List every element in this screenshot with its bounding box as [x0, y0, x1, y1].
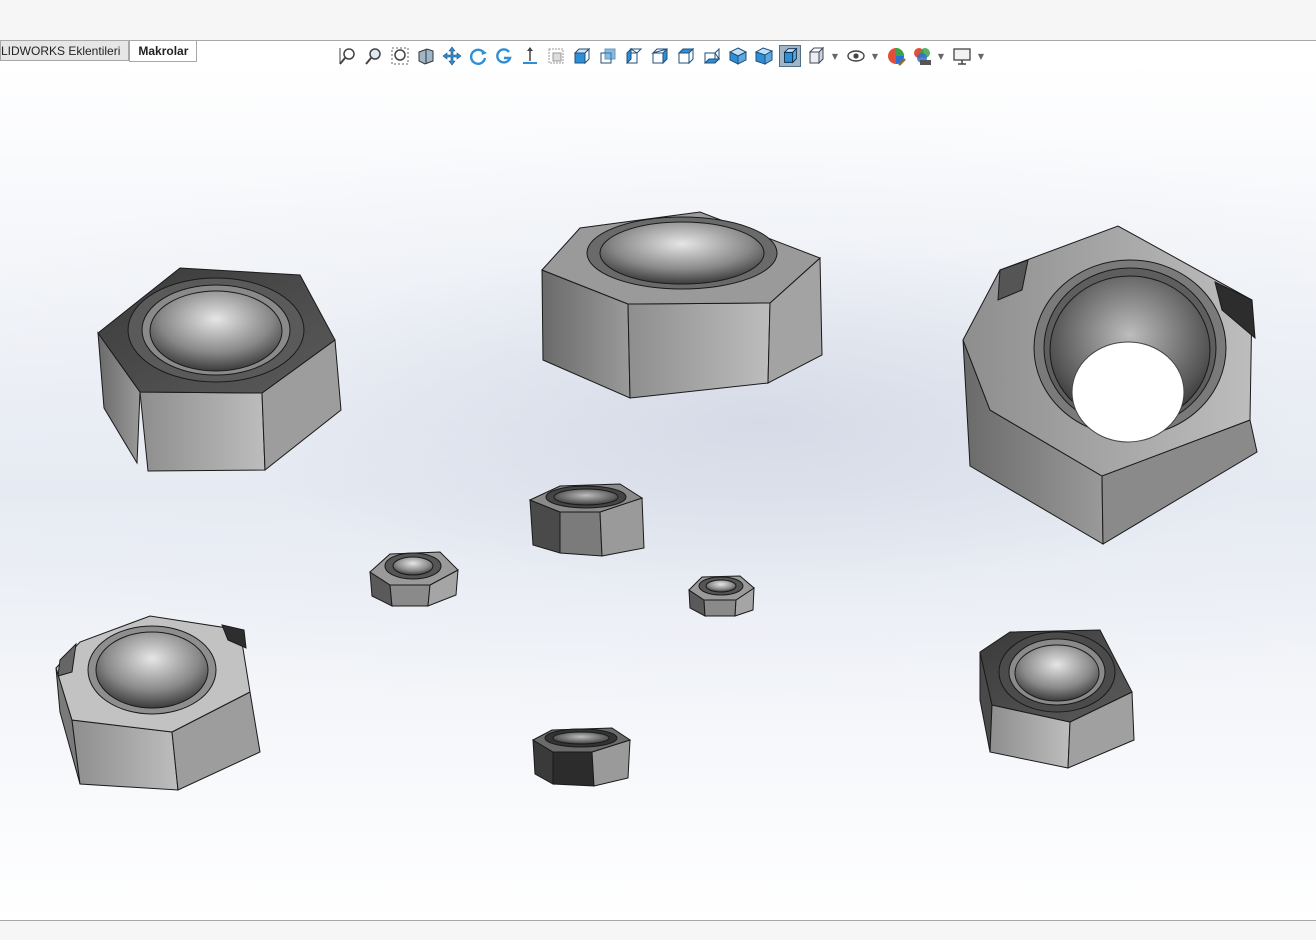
status-bar	[0, 920, 1316, 940]
hex-nut-top-left[interactable]	[97, 267, 342, 472]
model-view	[55, 211, 1258, 791]
hex-nut-top-center[interactable]	[541, 211, 823, 399]
lock-nut-center-top[interactable]	[528, 483, 645, 557]
lock-nut-small-left[interactable]	[369, 551, 459, 607]
hex-nut-bottom-right[interactable]	[979, 629, 1135, 769]
lock-nut-small-right[interactable]	[688, 575, 755, 617]
weld-nut-bottom-left[interactable]	[55, 615, 261, 791]
lock-nut-bottom-center[interactable]	[531, 727, 632, 787]
weld-nut-top-right[interactable]	[962, 225, 1258, 545]
